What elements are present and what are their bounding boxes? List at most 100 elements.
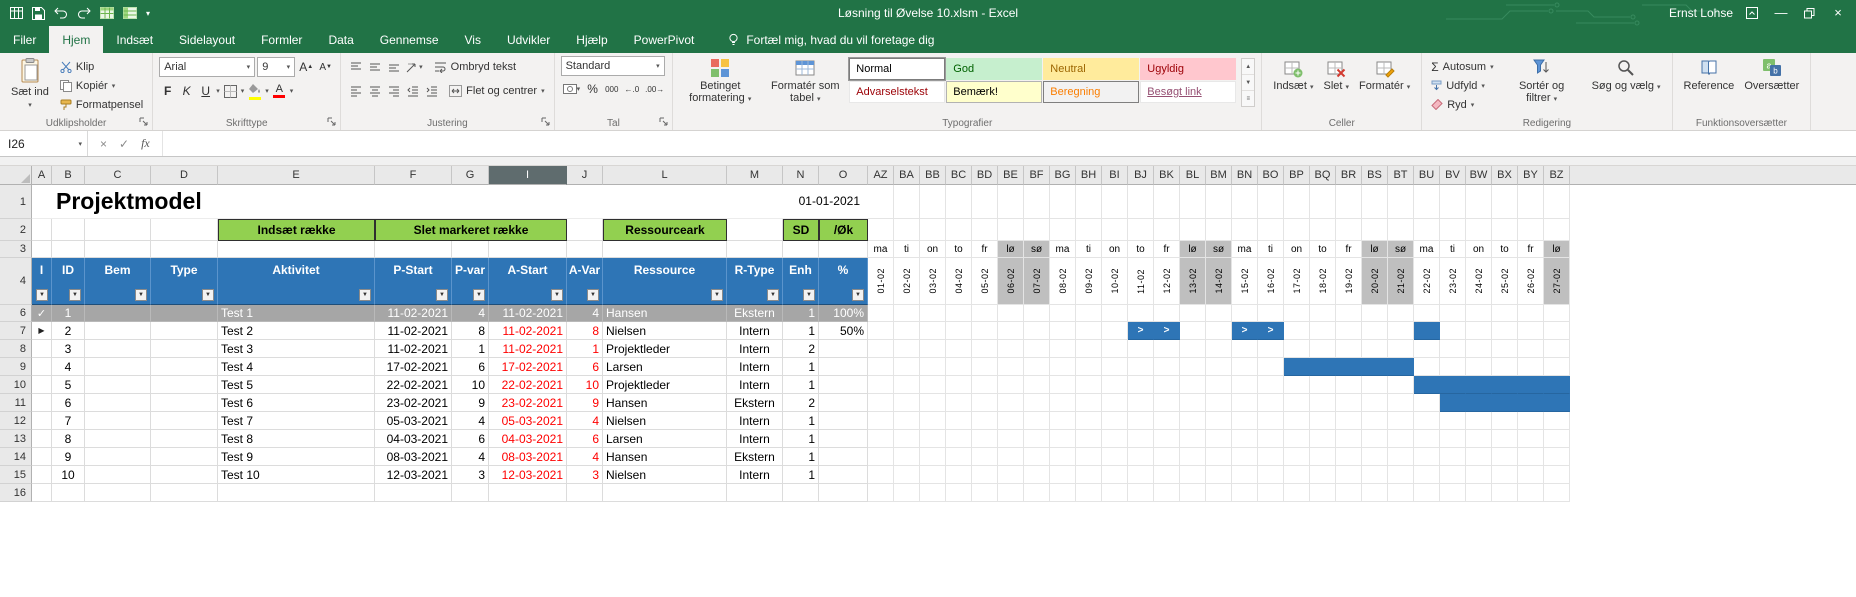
cell-BS12[interactable] — [1362, 412, 1388, 430]
cell-C8[interactable] — [85, 340, 151, 358]
filter-dropdown-icon[interactable]: ▼ — [135, 289, 147, 301]
cell-BL6[interactable] — [1180, 305, 1206, 322]
column-header-O[interactable]: O — [819, 166, 868, 185]
cell-I11[interactable]: 23-02-2021 — [489, 394, 567, 412]
cell-BX1[interactable] — [1492, 185, 1518, 219]
cell-BK11[interactable] — [1154, 394, 1180, 412]
row1-region[interactable]: Projektmodel01-01-2021 — [32, 185, 868, 219]
cell-D8[interactable] — [151, 340, 218, 358]
cell-BZ10[interactable] — [1544, 376, 1570, 394]
cell-BX13[interactable] — [1492, 430, 1518, 448]
table-format-icon[interactable] — [123, 7, 137, 19]
cell-BF1[interactable] — [1024, 185, 1050, 219]
cell-BI14[interactable] — [1102, 448, 1128, 466]
cell-I3[interactable] — [489, 241, 567, 258]
cell-BU16[interactable] — [1414, 484, 1440, 502]
cell-C15[interactable] — [85, 466, 151, 484]
cell-BP7[interactable] — [1284, 322, 1310, 340]
cell-BF8[interactable] — [1024, 340, 1050, 358]
cell-AZ9[interactable] — [868, 358, 894, 376]
date-cell-BB[interactable]: 03-02 — [920, 258, 946, 305]
cell-BV7[interactable] — [1440, 322, 1466, 340]
cell-O6[interactable]: 100% — [819, 305, 868, 322]
cell-BJ9[interactable] — [1128, 358, 1154, 376]
cell-BB2[interactable] — [920, 219, 946, 241]
cell-BP15[interactable] — [1284, 466, 1310, 484]
column-header-BJ[interactable]: BJ — [1128, 166, 1154, 185]
cell-BH10[interactable] — [1076, 376, 1102, 394]
cell-BO1[interactable] — [1258, 185, 1284, 219]
date-cell-BW[interactable]: 24-02 — [1466, 258, 1492, 305]
cell-BN1[interactable] — [1232, 185, 1258, 219]
cell-BO6[interactable] — [1258, 305, 1284, 322]
filter-dropdown-icon[interactable]: ▼ — [803, 289, 815, 301]
column-header-D[interactable]: D — [151, 166, 218, 185]
tab-formler[interactable]: Formler — [248, 26, 315, 53]
format-painter-button[interactable]: Formatpensel — [57, 95, 146, 114]
cell-A10[interactable] — [32, 376, 52, 394]
cell-BW7[interactable] — [1466, 322, 1492, 340]
cell-BJ8[interactable] — [1128, 340, 1154, 358]
cell-BZ6[interactable] — [1544, 305, 1570, 322]
cell-BS11[interactable] — [1362, 394, 1388, 412]
cell-BD1[interactable] — [972, 185, 998, 219]
cell-BM9[interactable] — [1206, 358, 1232, 376]
cell-BQ15[interactable] — [1310, 466, 1336, 484]
weekday-cell-BY[interactable]: fr — [1518, 241, 1544, 258]
cell-BW12[interactable] — [1466, 412, 1492, 430]
cell-BN11[interactable] — [1232, 394, 1258, 412]
cell-BD12[interactable] — [972, 412, 998, 430]
cell-BZ11[interactable] — [1544, 394, 1570, 412]
cell-BP1[interactable] — [1284, 185, 1310, 219]
cell-BV13[interactable] — [1440, 430, 1466, 448]
cell-BT15[interactable] — [1388, 466, 1414, 484]
date-cell-BU[interactable]: 22-02 — [1414, 258, 1440, 305]
cell-BS2[interactable] — [1362, 219, 1388, 241]
cell-BI1[interactable] — [1102, 185, 1128, 219]
cell-BA11[interactable] — [894, 394, 920, 412]
chevron-down-icon[interactable]: ▾ — [241, 87, 245, 95]
cell-BL15[interactable] — [1180, 466, 1206, 484]
cell-F7[interactable]: 11-02-2021 — [375, 322, 452, 340]
cell-BT6[interactable] — [1388, 305, 1414, 322]
cell-BB13[interactable] — [920, 430, 946, 448]
column-header-B[interactable]: B — [52, 166, 85, 185]
date-cell-BA[interactable]: 02-02 — [894, 258, 920, 305]
cell-B15[interactable]: 10 — [52, 466, 85, 484]
align-bottom-button[interactable] — [385, 57, 402, 77]
cell-C13[interactable] — [85, 430, 151, 448]
cell-BI12[interactable] — [1102, 412, 1128, 430]
cell-BR15[interactable] — [1336, 466, 1362, 484]
cell-G3[interactable] — [452, 241, 489, 258]
cell-D6[interactable] — [151, 305, 218, 322]
cell-BQ9[interactable] — [1310, 358, 1336, 376]
cell-BA10[interactable] — [894, 376, 920, 394]
cell-O14[interactable] — [819, 448, 868, 466]
cell-BY1[interactable] — [1518, 185, 1544, 219]
cell-BA13[interactable] — [894, 430, 920, 448]
row-header-10[interactable]: 10 — [0, 376, 32, 394]
cell-E7[interactable]: Test 2 — [218, 322, 375, 340]
accounting-format-button[interactable]: ▾ — [561, 79, 583, 99]
cell-BB9[interactable] — [920, 358, 946, 376]
cell-BA2[interactable] — [894, 219, 920, 241]
cell-BW11[interactable] — [1466, 394, 1492, 412]
cell-BB8[interactable] — [920, 340, 946, 358]
cell-BH7[interactable] — [1076, 322, 1102, 340]
cell-E12[interactable]: Test 7 — [218, 412, 375, 430]
table-header-A[interactable]: I▼ — [32, 258, 52, 305]
cell-L6[interactable]: Hansen — [603, 305, 727, 322]
format-as-table-button[interactable]: Formatér som tabel ▾ — [764, 56, 846, 114]
cell-I13[interactable]: 04-03-2021 — [489, 430, 567, 448]
cell-BY10[interactable] — [1518, 376, 1544, 394]
cell-AZ7[interactable] — [868, 322, 894, 340]
cell-BM8[interactable] — [1206, 340, 1232, 358]
button-indsæt-række[interactable]: Indsæt række — [218, 219, 375, 241]
cell-BP9[interactable] — [1284, 358, 1310, 376]
cell-E13[interactable]: Test 8 — [218, 430, 375, 448]
table-header-G[interactable]: P-var▼ — [452, 258, 489, 305]
decrease-font-size-button[interactable]: A▼ — [317, 57, 334, 77]
column-header-F[interactable]: F — [375, 166, 452, 185]
dialog-launcher-icon[interactable] — [327, 117, 337, 127]
cell-L7[interactable]: Nielsen — [603, 322, 727, 340]
